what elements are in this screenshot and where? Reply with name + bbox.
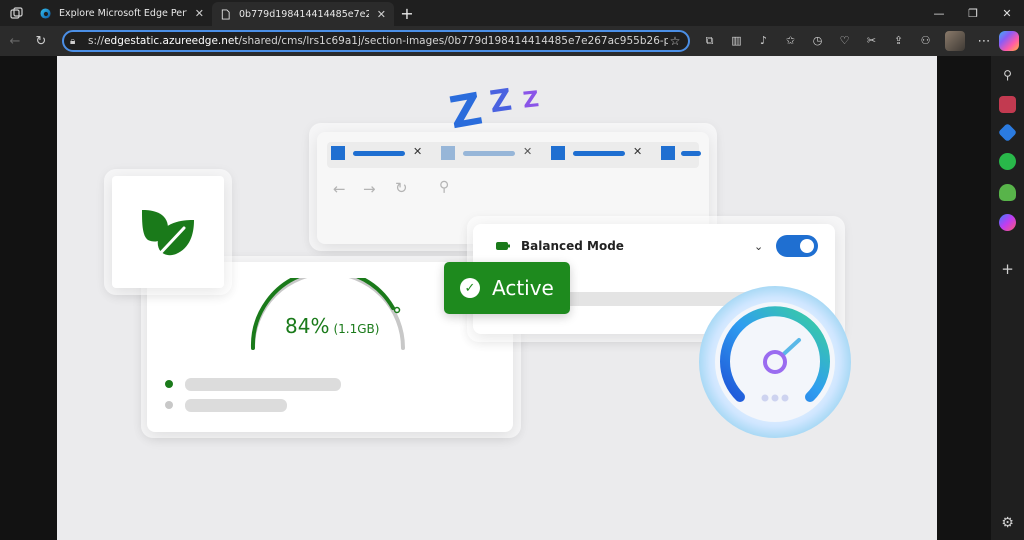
collections-icon[interactable]: ⚇ xyxy=(912,34,939,48)
active-label: Active xyxy=(492,276,554,300)
checkmark-icon: ✓ xyxy=(460,278,480,298)
balanced-mode-label: Balanced Mode xyxy=(521,239,624,253)
tree-icon[interactable] xyxy=(999,184,1016,201)
placeholder-line xyxy=(185,378,341,391)
mini-forward-icon: → xyxy=(363,180,376,198)
add-icon[interactable]: + xyxy=(999,260,1016,278)
performance-speedometer xyxy=(699,286,851,438)
refresh-icon[interactable]: ↻ xyxy=(28,28,54,54)
mini-tab-1: ✕ xyxy=(331,145,431,164)
address-bar[interactable]: 🔒︎ s://edgestatic.azureedge.net/shared/c… xyxy=(62,30,690,52)
close-window-icon[interactable]: ✕ xyxy=(990,7,1024,20)
mini-search-icon: ⚲ xyxy=(439,179,450,195)
tab-edge-performance[interactable]: Explore Microsoft Edge Performance ✕ xyxy=(32,0,212,26)
search-icon[interactable]: ⚲ xyxy=(999,66,1016,83)
balanced-mode-toggle[interactable] xyxy=(776,235,818,257)
displayed-image: ✕ ✕ ✕ ← → ↻ ⚲ Z Z Z 84% (1.1GB) Balanced… xyxy=(57,56,937,540)
split-screen-icon[interactable]: ▥ xyxy=(723,34,750,48)
history-icon[interactable]: ◷ xyxy=(804,34,831,48)
mini-back-icon: ← xyxy=(333,180,346,198)
legend-dot-free xyxy=(165,401,173,409)
balanced-mode-row[interactable]: Balanced Mode ⌄ xyxy=(491,234,831,258)
mini-tab-2: ✕ xyxy=(441,145,541,164)
read-aloud-icon[interactable]: ♪ xyxy=(750,34,777,48)
close-tab-icon[interactable]: ✕ xyxy=(377,8,386,21)
messenger-icon[interactable] xyxy=(999,214,1016,231)
battery-leaf-icon xyxy=(496,242,510,250)
favorites-icon[interactable]: ✩ xyxy=(777,34,804,48)
chevron-down-icon[interactable]: ⌄ xyxy=(754,240,763,253)
title-bar: Explore Microsoft Edge Performance ✕ 0b7… xyxy=(0,0,1024,26)
window-controls: — ❐ ✕ xyxy=(922,7,1024,20)
tab-title: 0b779d198414414485e7e267ac955b26-png-w14… xyxy=(239,8,369,20)
navigation-bar: ← ↻ 🔒︎ s://edgestatic.azureedge.net/shar… xyxy=(0,26,1024,56)
mini-tab-3: ✕ xyxy=(551,145,651,164)
minimize-icon[interactable]: — xyxy=(922,7,956,20)
tag-icon[interactable] xyxy=(997,122,1018,143)
active-status-badge: ✓ Active xyxy=(444,262,570,314)
more-options-icon[interactable]: ⋯ xyxy=(971,28,997,54)
favorite-star-icon[interactable]: ☆ xyxy=(668,34,682,48)
zzz-small: Z xyxy=(521,87,541,114)
extensions-icon[interactable]: ⧉ xyxy=(696,34,723,48)
url-text[interactable]: s://edgestatic.azureedge.net/shared/cms/… xyxy=(88,35,668,47)
document-icon xyxy=(221,8,230,20)
mini-refresh-icon: ↻ xyxy=(395,179,408,197)
mini-tab-4 xyxy=(661,146,701,164)
share-icon[interactable]: ⇪ xyxy=(885,34,912,48)
placeholder-line xyxy=(185,399,287,412)
edge-logo-icon xyxy=(40,7,51,19)
settings-icon[interactable]: ⚙ xyxy=(999,514,1016,531)
page-viewport: ✕ ✕ ✕ ← → ↻ ⚲ Z Z Z 84% (1.1GB) Balanced… xyxy=(0,56,991,540)
back-icon[interactable]: ← xyxy=(2,28,28,54)
lock-icon[interactable]: 🔒︎ xyxy=(70,36,84,47)
legend-dot-used xyxy=(165,380,173,388)
edge-sidebar: ⚲ + ⚙ xyxy=(991,56,1024,540)
memory-usage-readout: 84% (1.1GB) xyxy=(285,314,380,338)
copilot-icon[interactable] xyxy=(999,31,1019,51)
browser-essentials-icon[interactable]: ♡ xyxy=(831,34,858,48)
whatsapp-icon[interactable] xyxy=(999,153,1016,170)
workspaces-icon[interactable] xyxy=(0,0,32,26)
efficiency-leaf-icon xyxy=(142,209,194,262)
profile-avatar[interactable] xyxy=(945,31,965,51)
tab-title: Explore Microsoft Edge Performance xyxy=(59,7,187,19)
toolbar: ⧉ ▥ ♪ ✩ ◷ ♡ ✂ ⇪ ⚇ xyxy=(696,34,939,48)
zzz-medium: Z xyxy=(487,82,515,121)
screenshot-icon[interactable]: ✂ xyxy=(858,34,885,48)
efficiency-leaf-card xyxy=(112,176,224,288)
bag-icon[interactable] xyxy=(999,96,1016,113)
close-tab-icon[interactable]: ✕ xyxy=(195,7,204,20)
new-tab-button[interactable]: + xyxy=(394,4,420,23)
tab-avif-image[interactable]: 0b779d198414414485e7e267ac955b26-png-w14… xyxy=(212,2,394,26)
restore-icon[interactable]: ❐ xyxy=(956,7,990,20)
